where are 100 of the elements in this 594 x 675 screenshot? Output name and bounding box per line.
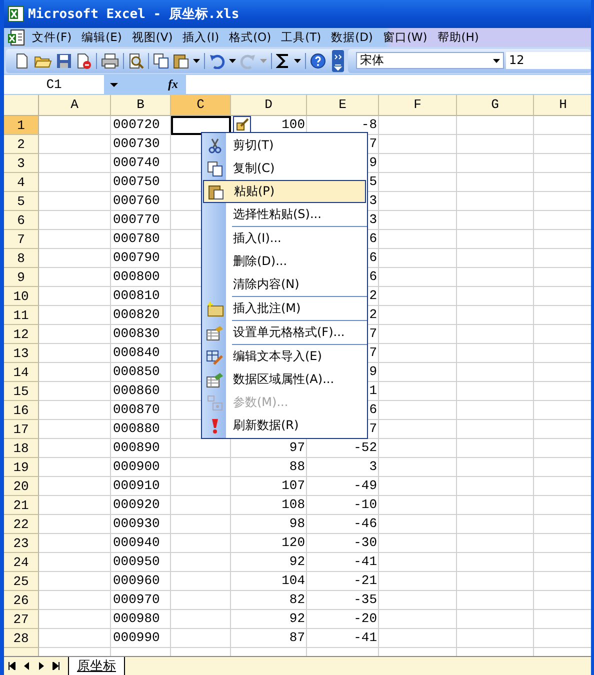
- menu-item[interactable]: 插入(I)...: [203, 227, 366, 250]
- table-cell[interactable]: [457, 458, 534, 477]
- table-cell[interactable]: [457, 135, 534, 154]
- table-cell[interactable]: [379, 439, 457, 458]
- table-cell[interactable]: [171, 515, 231, 534]
- table-cell[interactable]: [379, 496, 457, 515]
- table-cell[interactable]: [457, 344, 534, 363]
- table-cell[interactable]: [39, 629, 111, 648]
- row-header[interactable]: 9: [4, 268, 39, 287]
- table-cell[interactable]: [39, 230, 111, 249]
- table-cell[interactable]: -10: [307, 496, 379, 515]
- toolbar-options-icon[interactable]: [332, 50, 344, 72]
- table-cell[interactable]: [171, 496, 231, 515]
- new-document-icon[interactable]: [14, 52, 30, 68]
- menu-item[interactable]: 插入(I): [178, 30, 224, 45]
- table-cell[interactable]: [171, 610, 231, 629]
- row-header[interactable]: 15: [4, 382, 39, 401]
- table-cell[interactable]: [457, 553, 534, 572]
- table-cell[interactable]: [39, 325, 111, 344]
- menu-item[interactable]: 选择性粘贴(S)...: [203, 203, 366, 226]
- row-header[interactable]: 21: [4, 496, 39, 515]
- column-header[interactable]: B: [111, 95, 171, 116]
- table-cell[interactable]: 000870: [111, 401, 171, 420]
- table-cell[interactable]: 87: [231, 629, 307, 648]
- table-cell[interactable]: -30: [307, 534, 379, 553]
- table-cell[interactable]: [379, 344, 457, 363]
- table-cell[interactable]: 000790: [111, 249, 171, 268]
- table-cell[interactable]: [457, 192, 534, 211]
- row-header[interactable]: 6: [4, 211, 39, 230]
- dropdown-arrow-icon[interactable]: [193, 58, 200, 62]
- row-header[interactable]: 26: [4, 591, 39, 610]
- table-cell[interactable]: 120: [231, 534, 307, 553]
- table-cell[interactable]: [457, 420, 534, 439]
- row-header[interactable]: 8: [4, 249, 39, 268]
- next-sheet-button[interactable]: [38, 662, 44, 670]
- table-cell[interactable]: [379, 116, 457, 135]
- table-cell[interactable]: [379, 515, 457, 534]
- table-cell[interactable]: -41: [307, 553, 379, 572]
- menu-item[interactable]: 复制(C): [203, 157, 366, 180]
- dropdown-arrow-icon[interactable]: [294, 58, 301, 62]
- menu-item[interactable]: 文件(F): [27, 30, 77, 45]
- help-icon[interactable]: [310, 52, 326, 68]
- table-cell[interactable]: [457, 268, 534, 287]
- table-cell[interactable]: 000960: [111, 572, 171, 591]
- table-cell[interactable]: [457, 173, 534, 192]
- row-header[interactable]: 24: [4, 553, 39, 572]
- dropdown-arrow-icon[interactable]: [110, 82, 118, 86]
- table-cell[interactable]: [171, 116, 231, 135]
- table-cell[interactable]: [457, 591, 534, 610]
- table-cell[interactable]: [457, 401, 534, 420]
- table-cell[interactable]: [379, 591, 457, 610]
- table-cell[interactable]: [171, 477, 231, 496]
- row-header[interactable]: 3: [4, 154, 39, 173]
- row-header[interactable]: 14: [4, 363, 39, 382]
- table-cell[interactable]: [379, 363, 457, 382]
- table-cell[interactable]: 000750: [111, 173, 171, 192]
- table-cell[interactable]: [457, 496, 534, 515]
- name-box[interactable]: C1: [4, 75, 104, 94]
- row-header[interactable]: 12: [4, 325, 39, 344]
- table-cell[interactable]: 000760: [111, 192, 171, 211]
- table-cell[interactable]: [171, 629, 231, 648]
- column-header[interactable]: F: [379, 95, 457, 116]
- table-cell[interactable]: [39, 249, 111, 268]
- table-cell[interactable]: -49: [307, 477, 379, 496]
- table-cell[interactable]: [39, 382, 111, 401]
- first-sheet-button[interactable]: [8, 662, 16, 670]
- table-cell[interactable]: [457, 572, 534, 591]
- table-cell[interactable]: [171, 458, 231, 477]
- table-cell[interactable]: 000970: [111, 591, 171, 610]
- table-cell[interactable]: [457, 211, 534, 230]
- row-header[interactable]: 4: [4, 173, 39, 192]
- menu-item[interactable]: 删除(D)...: [203, 250, 366, 273]
- copy-icon[interactable]: [153, 52, 169, 68]
- column-header[interactable]: H: [534, 95, 591, 116]
- table-cell[interactable]: [379, 420, 457, 439]
- formula-field[interactable]: [186, 75, 591, 94]
- table-cell[interactable]: [379, 154, 457, 173]
- table-cell[interactable]: [457, 610, 534, 629]
- table-cell[interactable]: 000840: [111, 344, 171, 363]
- table-cell[interactable]: 104: [231, 572, 307, 591]
- font-dropdown[interactable]: 宋体: [356, 52, 504, 69]
- table-cell[interactable]: 000770: [111, 211, 171, 230]
- table-cell[interactable]: [457, 363, 534, 382]
- table-cell[interactable]: [379, 610, 457, 629]
- table-cell[interactable]: 000920: [111, 496, 171, 515]
- table-cell[interactable]: [39, 135, 111, 154]
- table-cell[interactable]: [39, 439, 111, 458]
- table-cell[interactable]: [39, 344, 111, 363]
- previous-sheet-button[interactable]: [24, 662, 30, 670]
- menu-item[interactable]: 数据(D): [326, 30, 378, 45]
- row-header[interactable]: 27: [4, 610, 39, 629]
- row-header[interactable]: 18: [4, 439, 39, 458]
- table-cell[interactable]: [39, 610, 111, 629]
- table-cell[interactable]: [39, 591, 111, 610]
- menu-item[interactable]: 数据区域属性(A)...: [203, 368, 366, 391]
- table-cell[interactable]: [379, 553, 457, 572]
- table-cell[interactable]: 000890: [111, 439, 171, 458]
- select-all-corner[interactable]: [4, 95, 39, 116]
- menu-item[interactable]: 视图(V): [126, 30, 178, 45]
- column-header[interactable]: E: [307, 95, 379, 116]
